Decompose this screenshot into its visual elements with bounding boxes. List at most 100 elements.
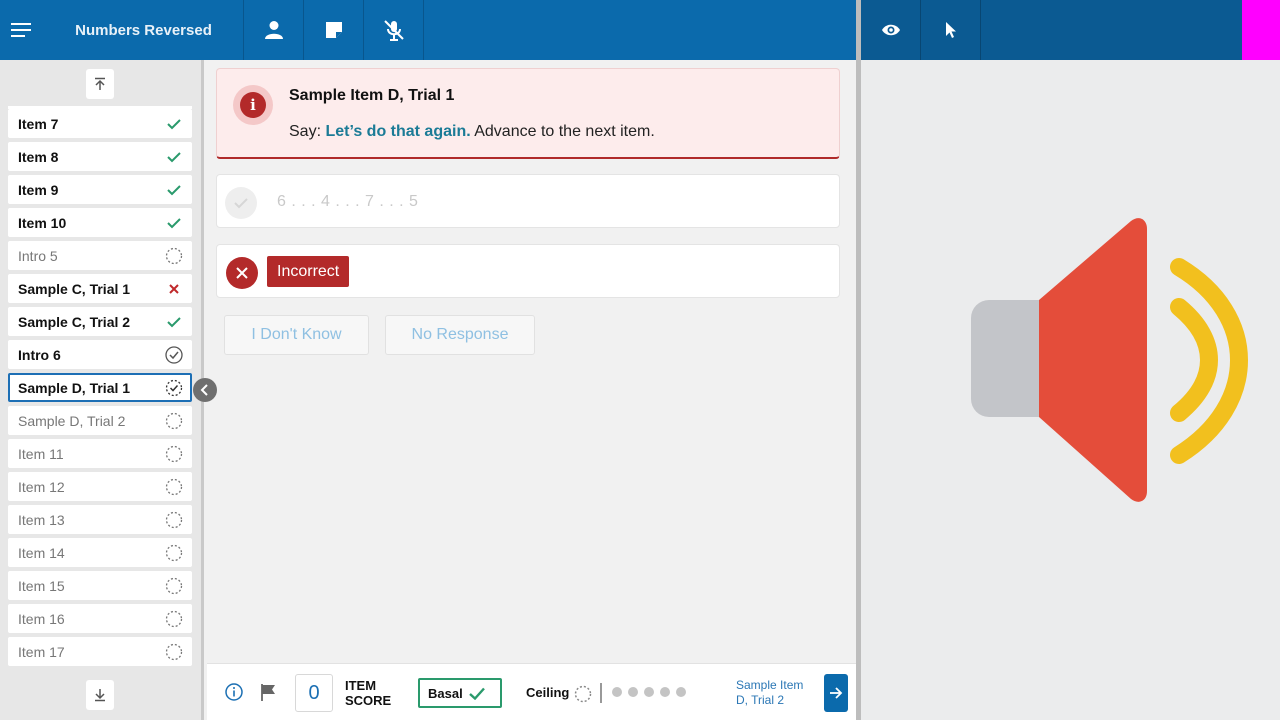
top-bar: Numbers Reversed [0, 0, 856, 60]
arrow-to-bottom-icon [95, 689, 105, 702]
flag-button[interactable] [260, 683, 278, 707]
info-circle-icon [225, 683, 243, 701]
item-score-label: ITEM SCORE [345, 678, 391, 708]
check-icon [234, 198, 248, 209]
ceiling-label: Ceiling [526, 685, 570, 700]
item-score-value: 0 [295, 674, 333, 712]
mute-microphone-button[interactable] [364, 0, 424, 60]
sidebar-item[interactable]: Item 8 [8, 142, 192, 171]
alert-instruction: Advance to the next item. [474, 123, 655, 140]
arrow-to-top-icon [95, 77, 105, 90]
sidebar-item[interactable]: Item 13 [8, 505, 192, 534]
alert-title: Sample Item D, Trial 1 [289, 87, 455, 104]
sidebar-item[interactable]: Intro 5 [8, 241, 192, 270]
pending-circle-icon [165, 577, 183, 595]
item-list: Item 7 Item 8 Item 9 Item 10 Intro 5 Sample C… [8, 106, 192, 674]
incorrect-badge: Incorrect [267, 256, 350, 287]
say-text: Let’s do that again. [325, 123, 471, 140]
sidebar-item-label: Item 11 [18, 445, 64, 462]
sidebar-item-label: Sample C, Trial 1 [18, 280, 131, 297]
sidebar-item[interactable]: Item 16 [8, 604, 192, 633]
sidebar-item-label: Item 13 [18, 511, 65, 528]
item-content: i Sample Item D, Trial 1 Say: Let’s do t… [207, 60, 856, 663]
next-item-line1: Sample Item [736, 678, 804, 692]
note-icon [325, 22, 342, 38]
progress-dot [676, 687, 686, 697]
sidebar-item[interactable]: Item 9 [8, 175, 192, 204]
sidebar-item[interactable]: Item 10 [8, 208, 192, 237]
sidebar-item-label: Item 14 [18, 544, 65, 561]
progress-dot [644, 687, 654, 697]
pending-circle-icon [165, 478, 183, 496]
close-icon [236, 267, 248, 279]
scroll-to-top-button[interactable] [86, 69, 114, 99]
examinee-view-bar [861, 0, 1280, 60]
sidebar-item-label: Sample D, Trial 2 [18, 412, 126, 429]
check-circle-icon [165, 345, 183, 364]
alert-icon-wrapper: i [233, 85, 273, 125]
info-button[interactable] [225, 683, 243, 706]
sidebar-item[interactable]: Sample D, Trial 2 [8, 406, 192, 435]
ceiling-pending-icon [574, 685, 592, 708]
sidebar-item-label: Item 10 [18, 214, 67, 231]
ceiling-progress-dots [612, 687, 686, 697]
sidebar-item[interactable]: Sample C, Trial 1 [8, 274, 192, 303]
sidebar-item[interactable]: Item 12 [8, 472, 192, 501]
sidebar-item-label: Item 12 [18, 478, 65, 495]
sidebar-item-label: Item 7 [18, 115, 59, 132]
pending-circle-icon [165, 610, 183, 628]
pointer-button[interactable] [921, 0, 981, 60]
cross-icon [165, 280, 183, 298]
basal-indicator[interactable]: Basal [418, 678, 502, 708]
item-score-label-line1: ITEM [345, 678, 377, 693]
footer-bar: 0 ITEM SCORE Basal Ceiling Sample Item D… [207, 663, 856, 720]
menu-button[interactable] [0, 0, 44, 60]
sidebar-item[interactable]: Item 7 [8, 109, 192, 138]
correct-response-toggle[interactable] [225, 187, 257, 219]
check-icon [165, 313, 183, 331]
no-response-button[interactable]: No Response [385, 315, 535, 355]
preview-button[interactable] [861, 0, 921, 60]
alert-body: Say: Let’s do that again. Advance to the… [289, 123, 655, 141]
incorrect-toggle[interactable] [226, 257, 258, 289]
microphone-off-icon [383, 20, 404, 41]
sidebar-item[interactable]: Intro 6 [8, 340, 192, 369]
sidebar-item[interactable]: Item 14 [8, 538, 192, 567]
score-result-row: Incorrect [216, 244, 840, 298]
examinee-button[interactable] [244, 0, 304, 60]
test-title: Numbers Reversed [44, 0, 244, 60]
info-icon: i [240, 92, 266, 118]
dont-know-button[interactable]: I Don't Know [224, 315, 369, 355]
notes-button[interactable] [304, 0, 364, 60]
sidebar-item[interactable]: Sample D, Trial 1 [8, 373, 192, 402]
sidebar-item-label: Item 9 [18, 181, 59, 198]
next-item-line2: D, Trial 2 [736, 693, 785, 707]
check-icon [468, 687, 485, 700]
sidebar-item-label: Sample D, Trial 1 [18, 379, 131, 396]
sidebar-item[interactable]: Item 17 [8, 637, 192, 666]
sidebar-item-label: Item 8 [18, 148, 59, 165]
next-item-button[interactable] [824, 674, 848, 712]
scroll-to-bottom-button[interactable] [86, 680, 114, 710]
pending-circle-icon [165, 544, 183, 562]
pending-circle-icon [165, 445, 183, 463]
digit-sequence: 6 . . . 4 . . . 7 . . . 5 [277, 193, 419, 210]
arrow-right-icon [830, 687, 843, 699]
sidebar-item[interactable]: Item 11 [8, 439, 192, 468]
person-icon [264, 21, 283, 39]
examinee-panel [861, 60, 1280, 720]
sidebar-item[interactable]: Item 15 [8, 571, 192, 600]
eye-icon [881, 24, 900, 36]
item-score-label-line2: SCORE [345, 693, 392, 708]
sidebar-item-label: Sample C, Trial 2 [18, 313, 131, 330]
basal-label: Basal [428, 685, 463, 701]
footer-separator [600, 683, 602, 703]
sidebar-item-label: Intro 5 [18, 247, 58, 264]
flag-icon [261, 684, 275, 701]
sidebar-item[interactable]: Sample C, Trial 2 [8, 307, 192, 336]
progress-dot [628, 687, 638, 697]
check-icon [165, 181, 183, 199]
sidebar-item-label: Item 17 [18, 643, 65, 660]
sidebar-item-label: Intro 6 [18, 346, 61, 363]
cursor-icon [945, 22, 956, 38]
